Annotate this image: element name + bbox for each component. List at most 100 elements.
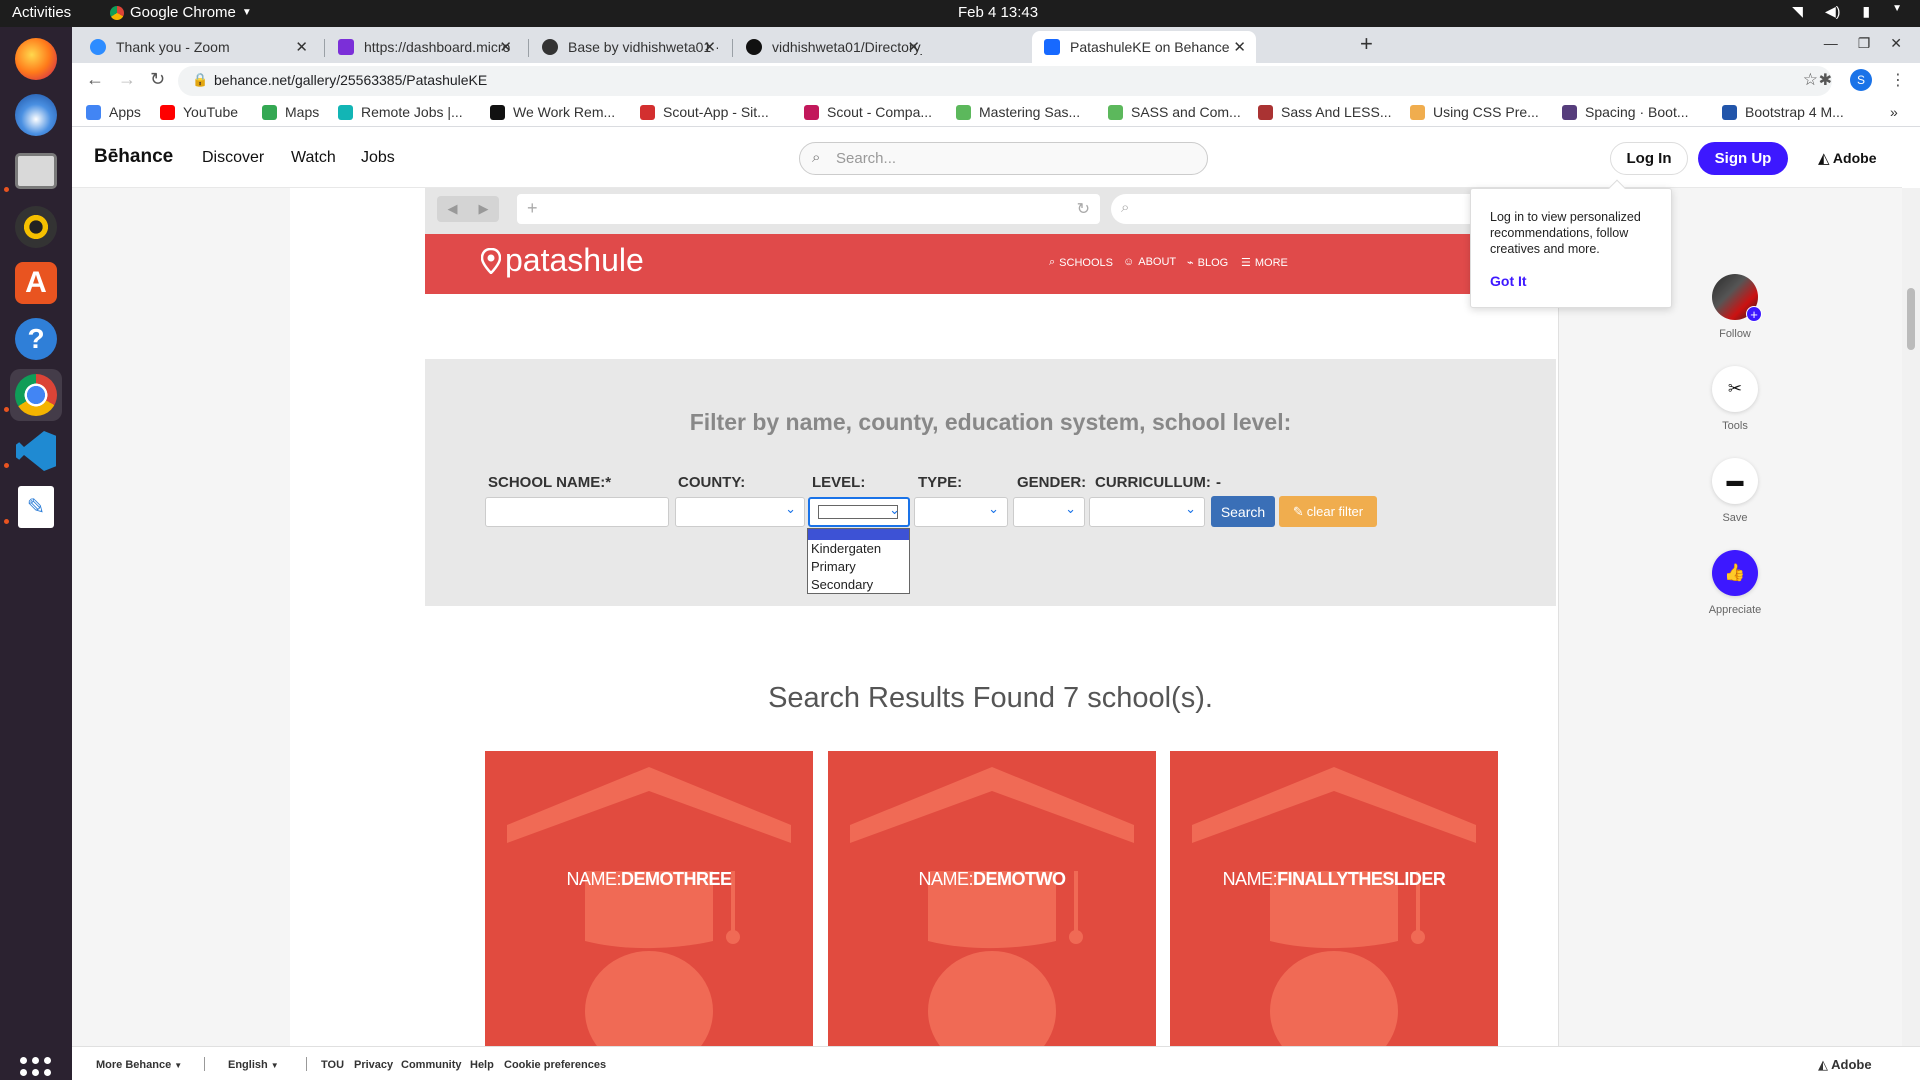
tab-base-repo[interactable]: Base by vidhishweta01 · P ✕ bbox=[530, 31, 726, 63]
dock-help[interactable]: ? bbox=[10, 313, 62, 365]
gender-select[interactable]: ⌄ bbox=[1013, 497, 1085, 527]
dropdown-option[interactable]: Primary bbox=[808, 558, 909, 576]
dock-software[interactable]: A bbox=[10, 257, 62, 309]
bookmark-star-icon[interactable]: ☆ bbox=[1803, 70, 1818, 90]
bookmark-item[interactable]: SASS and Com... bbox=[1108, 104, 1241, 120]
dock-rhythmbox[interactable] bbox=[10, 201, 62, 253]
patashule-logo[interactable]: patashule bbox=[481, 242, 644, 279]
footer-link-help[interactable]: Help bbox=[470, 1059, 494, 1071]
dropdown-option[interactable]: Secondary bbox=[808, 576, 909, 594]
appreciate-action[interactable]: 👍 Appreciate bbox=[1690, 550, 1780, 616]
bookmark-item[interactable]: Using CSS Pre... bbox=[1410, 104, 1539, 120]
county-select[interactable]: ⌄ bbox=[675, 497, 805, 527]
bookmark-item[interactable]: Bootstrap 4 M... bbox=[1722, 104, 1844, 120]
page-scrollbar[interactable] bbox=[1902, 188, 1920, 1046]
dropdown-option[interactable]: Kindergaten bbox=[808, 540, 909, 558]
bookmark-item[interactable]: Maps bbox=[262, 104, 319, 120]
dock-firefox[interactable] bbox=[10, 33, 62, 85]
signup-button[interactable]: Sign Up bbox=[1698, 142, 1788, 175]
bookmark-item[interactable]: Mastering Sas... bbox=[956, 104, 1080, 120]
type-select[interactable]: ⌄ bbox=[914, 497, 1008, 527]
system-tray[interactable]: ◥ ◀) ▮ ▼ bbox=[1792, 3, 1902, 20]
bookmarks-overflow-icon[interactable]: » bbox=[1890, 104, 1898, 120]
pata-nav-schools[interactable]: ⌕ SCHOOLS bbox=[1049, 256, 1113, 269]
menu-kebab-icon[interactable]: ⋮ bbox=[1890, 70, 1906, 90]
clear-filter-button[interactable]: ✎ clear filter bbox=[1279, 496, 1377, 527]
close-icon[interactable]: ✕ bbox=[907, 38, 920, 56]
bookmark-item[interactable]: Apps bbox=[86, 104, 141, 120]
adobe-link[interactable]: ◭ Adobe bbox=[1818, 149, 1876, 167]
forward-icon[interactable]: → bbox=[118, 69, 136, 90]
bookmark-item[interactable]: Spacing · Boot... bbox=[1562, 104, 1689, 120]
clock[interactable]: Feb 4 13:43 bbox=[958, 4, 1038, 21]
bookmark-item[interactable]: Remote Jobs |... bbox=[338, 104, 463, 120]
bookmark-item[interactable]: We Work Rem... bbox=[490, 104, 615, 120]
bookmark-item[interactable]: Scout - Compa... bbox=[804, 104, 932, 120]
footer-link-privacy[interactable]: Privacy bbox=[354, 1059, 393, 1071]
save-action[interactable]: ▬ Save bbox=[1690, 458, 1780, 524]
pata-nav-about[interactable]: ☺ ABOUT bbox=[1123, 256, 1176, 268]
follow-action[interactable]: + Follow bbox=[1690, 274, 1780, 340]
new-tab-button[interactable]: + bbox=[1360, 31, 1373, 57]
nav-discover[interactable]: Discover bbox=[202, 149, 264, 167]
more-behance-link[interactable]: More Behance ▼ bbox=[96, 1059, 182, 1071]
school-card[interactable]: NAME:DEMOTHREE bbox=[485, 751, 813, 1046]
footer-link-community[interactable]: Community bbox=[401, 1059, 462, 1071]
curriculum-select[interactable]: ⌄ bbox=[1089, 497, 1205, 527]
tab-dashboard[interactable]: https://dashboard.micro ✕ bbox=[326, 31, 522, 63]
search-input[interactable]: ⌕ Search... bbox=[799, 142, 1208, 175]
got-it-button[interactable]: Got It bbox=[1490, 273, 1527, 289]
close-icon[interactable]: ✕ bbox=[1233, 38, 1246, 56]
thumbs-up-icon[interactable]: 👍 bbox=[1712, 550, 1758, 596]
pata-nav-blog[interactable]: ⌁ BLOG bbox=[1187, 256, 1228, 270]
bookmark-item[interactable]: Scout-App - Sit... bbox=[640, 104, 769, 120]
show-applications-button[interactable] bbox=[20, 1057, 51, 1080]
school-card[interactable]: NAME:DEMOTWO bbox=[828, 751, 1156, 1046]
footer-adobe-link[interactable]: ◭ Adobe bbox=[1818, 1057, 1872, 1073]
dock-chrome[interactable] bbox=[10, 369, 62, 421]
tools-icon[interactable]: ✂ bbox=[1712, 366, 1758, 412]
tab-behance[interactable]: PatashuleKE on Behance ✕ bbox=[1032, 31, 1256, 63]
close-icon[interactable]: ✕ bbox=[295, 38, 308, 56]
scrollbar-thumb[interactable] bbox=[1907, 288, 1915, 350]
close-window-icon[interactable]: ✕ bbox=[1890, 35, 1902, 52]
footer-link-tou[interactable]: TOU bbox=[321, 1059, 344, 1071]
pata-nav-more[interactable]: ☰ MORE bbox=[1241, 256, 1288, 270]
level-select[interactable]: ⌄ bbox=[808, 497, 910, 527]
reload-icon[interactable]: ↻ bbox=[150, 69, 165, 90]
avatar[interactable]: + bbox=[1712, 274, 1762, 322]
activities-button[interactable]: Activities bbox=[12, 4, 71, 21]
dock-files[interactable] bbox=[10, 145, 62, 197]
nav-watch[interactable]: Watch bbox=[291, 149, 336, 167]
restore-icon[interactable]: ❐ bbox=[1858, 35, 1871, 52]
app-menu[interactable]: Google Chrome ▼ bbox=[110, 4, 252, 21]
dropdown-option-blank[interactable] bbox=[808, 529, 909, 540]
language-select[interactable]: English ▼ bbox=[228, 1059, 279, 1071]
extensions-icon[interactable]: ✱ bbox=[1819, 70, 1832, 90]
back-icon[interactable]: ← bbox=[86, 69, 104, 90]
school-name-input[interactable] bbox=[485, 497, 669, 527]
address-bar[interactable]: 🔒 behance.net/gallery/25563385/Patashule… bbox=[178, 66, 1832, 96]
close-icon[interactable]: ✕ bbox=[703, 38, 716, 56]
profile-avatar[interactable]: S bbox=[1850, 69, 1872, 91]
behance-logo[interactable]: Bēhance bbox=[94, 146, 173, 168]
dock-vscode[interactable] bbox=[10, 425, 62, 477]
bookmark-item[interactable]: YouTube bbox=[160, 104, 238, 120]
folder-icon[interactable]: ▬ bbox=[1712, 458, 1758, 504]
search-button[interactable]: Search bbox=[1211, 496, 1275, 527]
dock-thunderbird[interactable] bbox=[10, 89, 62, 141]
bookmark-item[interactable]: Sass And LESS... bbox=[1258, 104, 1392, 120]
tab-directory-repo[interactable]: vidhishweta01/Directory_ ✕ bbox=[734, 31, 930, 63]
footer-link-cookies[interactable]: Cookie preferences bbox=[504, 1059, 606, 1071]
tools-action[interactable]: ✂ Tools bbox=[1690, 366, 1780, 432]
close-icon[interactable]: ✕ bbox=[499, 38, 512, 56]
pata-nav-label: ABOUT bbox=[1138, 256, 1177, 268]
dock-text-editor[interactable]: ✎ bbox=[10, 481, 62, 533]
volume-icon: ◀) bbox=[1824, 3, 1841, 19]
nav-jobs[interactable]: Jobs bbox=[361, 149, 395, 167]
school-card[interactable]: NAME:FINALLYTHESLIDER bbox=[1170, 751, 1498, 1046]
language-label: English bbox=[228, 1059, 268, 1071]
login-button[interactable]: Log In bbox=[1610, 142, 1688, 175]
minimize-icon[interactable]: — bbox=[1824, 35, 1838, 52]
tab-zoom[interactable]: Thank you - Zoom ✕ bbox=[78, 31, 318, 63]
